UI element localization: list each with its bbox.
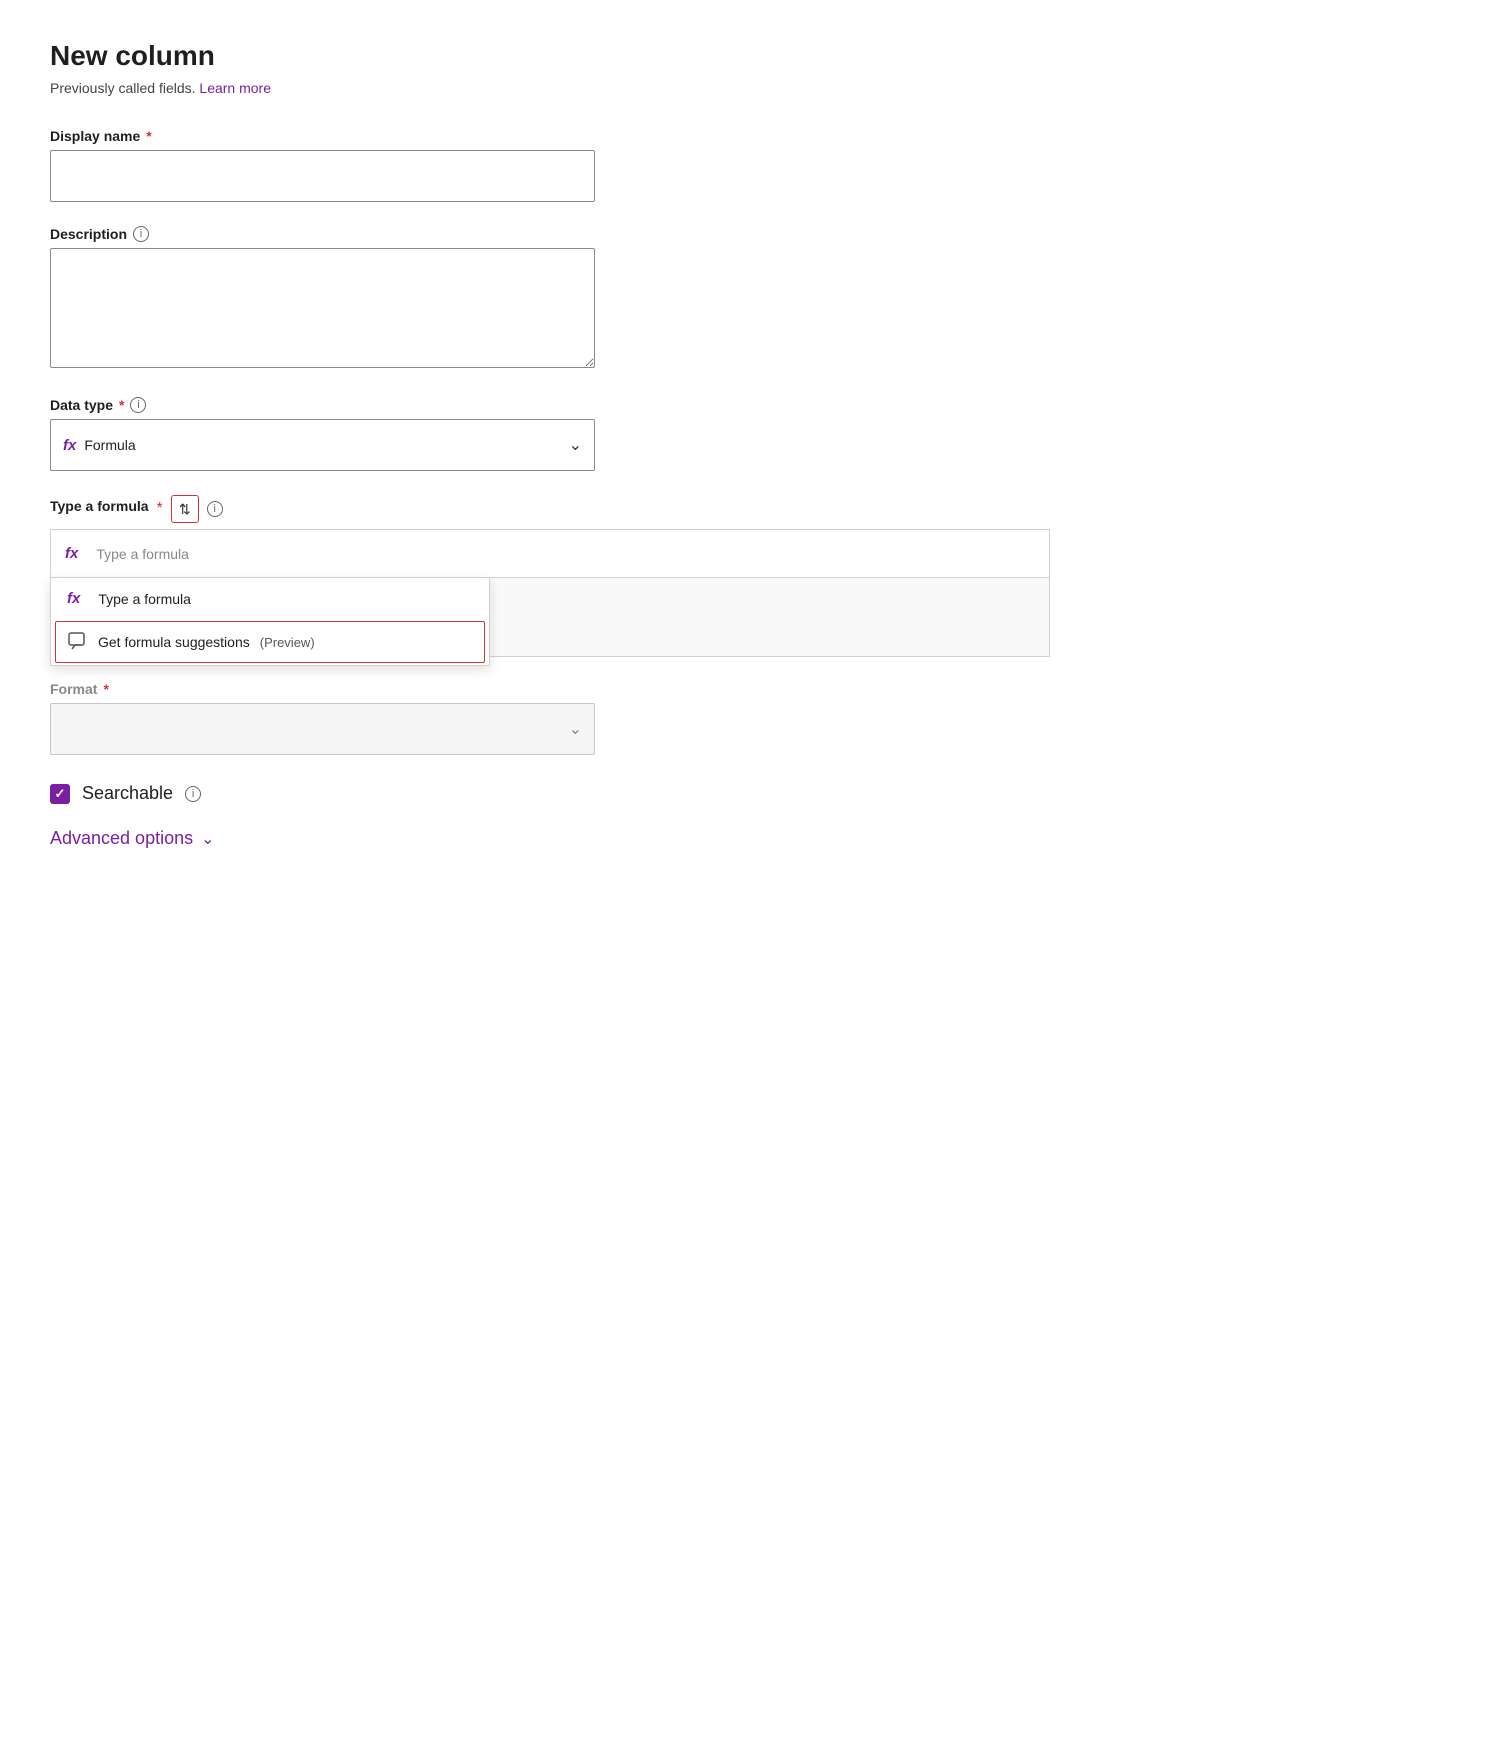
formula-dropdown-item-type[interactable]: fx Type a formula — [51, 578, 489, 619]
searchable-info-icon[interactable]: i — [185, 786, 201, 802]
display-name-label: Display name * — [50, 128, 1435, 144]
advanced-options-row[interactable]: Advanced options ⌄ — [50, 828, 1435, 849]
formula-placeholder: Type a formula — [96, 546, 189, 562]
description-group: Description i — [50, 226, 1435, 373]
chat-icon — [68, 632, 88, 652]
expand-icon: ⇅ — [179, 501, 191, 518]
display-name-input[interactable] — [50, 150, 595, 202]
data-type-select[interactable]: fx Formula ⌄ — [50, 419, 595, 471]
formula-group: Type a formula * ⇅ i fx Type a formula f… — [50, 495, 1435, 657]
format-group: Format * ⌄ — [50, 681, 1435, 755]
searchable-row: ✓ Searchable i — [50, 783, 1435, 804]
checkmark-icon: ✓ — [55, 786, 66, 802]
formula-expand-button[interactable]: ⇅ — [171, 495, 199, 523]
formula-area-container: fx Type a formula fx Type a formula Get … — [50, 529, 1050, 657]
formula-label: Type a formula — [50, 498, 149, 514]
formula-input-row[interactable]: fx Type a formula — [50, 529, 1050, 577]
formula-info-icon[interactable]: i — [207, 501, 223, 517]
data-type-label: Data type * i — [50, 397, 1435, 413]
data-type-group: Data type * i fx Formula ⌄ — [50, 397, 1435, 471]
searchable-label: Searchable — [82, 783, 173, 804]
description-info-icon[interactable]: i — [133, 226, 149, 242]
formula-label-row: Type a formula * ⇅ i — [50, 495, 1435, 523]
searchable-checkbox[interactable]: ✓ — [50, 784, 70, 804]
formula-dropdown-menu: fx Type a formula Get formula suggestion… — [50, 577, 490, 666]
formula-fx-icon: fx — [65, 545, 78, 562]
formula-dropdown-item-suggestions[interactable]: Get formula suggestions (Preview) — [55, 621, 485, 663]
fx-icon: fx — [63, 437, 76, 454]
advanced-options-label: Advanced options — [50, 828, 193, 849]
format-required: * — [103, 681, 108, 697]
display-name-group: Display name * — [50, 128, 1435, 202]
subtitle: Previously called fields. Learn more — [50, 80, 1435, 96]
preview-badge: (Preview) — [260, 635, 315, 650]
dropdown-fx-icon: fx — [67, 590, 80, 607]
format-label: Format * — [50, 681, 1435, 697]
display-name-required: * — [146, 128, 151, 144]
learn-more-link[interactable]: Learn more — [199, 80, 271, 96]
advanced-options-chevron-icon: ⌄ — [201, 829, 214, 849]
page-title: New column — [50, 40, 1435, 72]
format-select[interactable]: ⌄ — [50, 703, 595, 755]
description-label: Description i — [50, 226, 1435, 242]
data-type-required: * — [119, 397, 124, 413]
format-chevron-icon: ⌄ — [569, 719, 582, 739]
description-input[interactable] — [50, 248, 595, 368]
data-type-chevron-icon: ⌄ — [569, 435, 582, 455]
data-type-info-icon[interactable]: i — [130, 397, 146, 413]
formula-required: * — [157, 500, 163, 518]
